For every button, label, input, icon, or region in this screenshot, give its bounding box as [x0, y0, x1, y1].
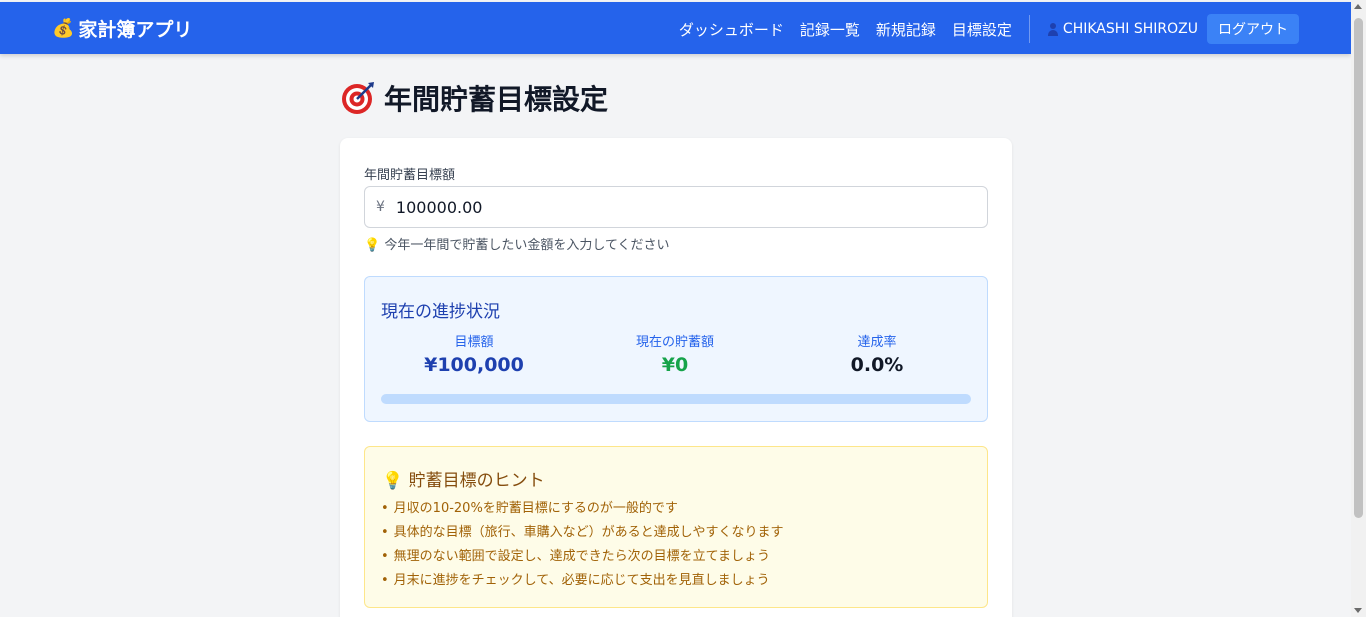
user-icon	[1046, 22, 1060, 36]
stat-current-savings: 現在の貯蓄額 ¥0	[585, 331, 765, 376]
nav-goal-setting[interactable]: 目標設定	[952, 19, 1012, 40]
progress-bar	[381, 394, 971, 404]
scroll-up-arrow-icon[interactable]	[1354, 4, 1362, 9]
nav-new-record[interactable]: 新規記録	[876, 19, 936, 40]
savings-tips-panel: 💡 貯蓄目標のヒント 月収の10-20%を貯蓄目標にするのが一般的です 具体的な…	[364, 446, 988, 608]
list-item: 月収の10-20%を貯蓄目標にするのが一般的です	[381, 500, 784, 524]
page-title: 年間貯蓄目標設定	[340, 78, 608, 118]
progress-title: 現在の進捗状況	[381, 302, 500, 322]
currency-symbol: ¥	[376, 199, 385, 215]
stat-target: 目標額 ¥100,000	[384, 331, 564, 376]
scroll-thumb[interactable]	[1354, 18, 1363, 518]
top-navbar: 💰 家計簿アプリ ダッシュボード 記録一覧 新規記録 目標設定 CHIKASHI…	[0, 2, 1351, 54]
goal-amount-label: 年間貯蓄目標額	[364, 168, 456, 183]
nav-dashboard[interactable]: ダッシュボード	[679, 19, 784, 40]
stat-achievement-rate: 達成率 0.0%	[787, 331, 967, 376]
app-title: 家計簿アプリ	[78, 19, 193, 41]
main-nav: ダッシュボード 記録一覧 新規記録 目標設定 CHIKASHI SHIROZU …	[663, 14, 1299, 44]
goal-settings-card: 年間貯蓄目標額 ¥ 💡 今年一年間で貯蓄したい金額を入力してください 現在の進捗…	[340, 138, 1012, 617]
goal-amount-input[interactable]	[395, 197, 956, 217]
user-name: CHIKASHI SHIROZU	[1062, 21, 1198, 37]
stat-target-value: ¥100,000	[424, 354, 524, 376]
scroll-down-arrow-icon[interactable]	[1354, 608, 1362, 613]
list-item: 月末に進捗をチェックして、必要に応じて支出を見直しましょう	[381, 572, 784, 596]
progress-status-panel: 現在の進捗状況 目標額 ¥100,000 現在の貯蓄額 ¥0 達成率 0.0%	[364, 276, 988, 422]
hint-text: 今年一年間で貯蓄したい金額を入力してください	[384, 238, 670, 253]
stat-current-savings-label: 現在の貯蓄額	[635, 335, 714, 350]
user-info: CHIKASHI SHIROZU	[1046, 21, 1198, 37]
tips-list: 月収の10-20%を貯蓄目標にするのが一般的です 具体的な目標（旅行、車購入など…	[381, 500, 784, 596]
stat-achievement-rate-value: 0.0%	[850, 354, 904, 376]
tips-title-text: 貯蓄目標のヒント	[408, 471, 545, 491]
stat-target-label: 目標額	[454, 335, 494, 350]
tips-title: 💡 貯蓄目標のヒント	[382, 466, 545, 491]
page-scrollbar[interactable]	[1351, 0, 1366, 617]
lightbulb-icon: 💡	[382, 471, 404, 491]
target-icon	[342, 82, 374, 114]
list-item: 無理のない範囲で設定し、達成できたら次の目標を立てましょう	[381, 548, 784, 572]
lightbulb-icon: 💡	[364, 238, 381, 253]
page-title-text: 年間貯蓄目標設定	[384, 83, 609, 116]
app-brand[interactable]: 💰 家計簿アプリ	[52, 15, 192, 42]
goal-amount-hint: 💡 今年一年間で貯蓄したい金額を入力してください	[364, 234, 670, 253]
money-bag-icon: 💰	[52, 18, 75, 39]
nav-records-list[interactable]: 記録一覧	[800, 19, 860, 40]
logout-button[interactable]: ログアウト	[1207, 14, 1299, 44]
stat-current-savings-value: ¥0	[661, 354, 689, 376]
list-item: 具体的な目標（旅行、車購入など）があると達成しやすくなります	[381, 524, 784, 548]
nav-divider	[1028, 15, 1030, 43]
stat-achievement-rate-label: 達成率	[857, 335, 897, 350]
goal-amount-field[interactable]: ¥	[364, 186, 988, 228]
